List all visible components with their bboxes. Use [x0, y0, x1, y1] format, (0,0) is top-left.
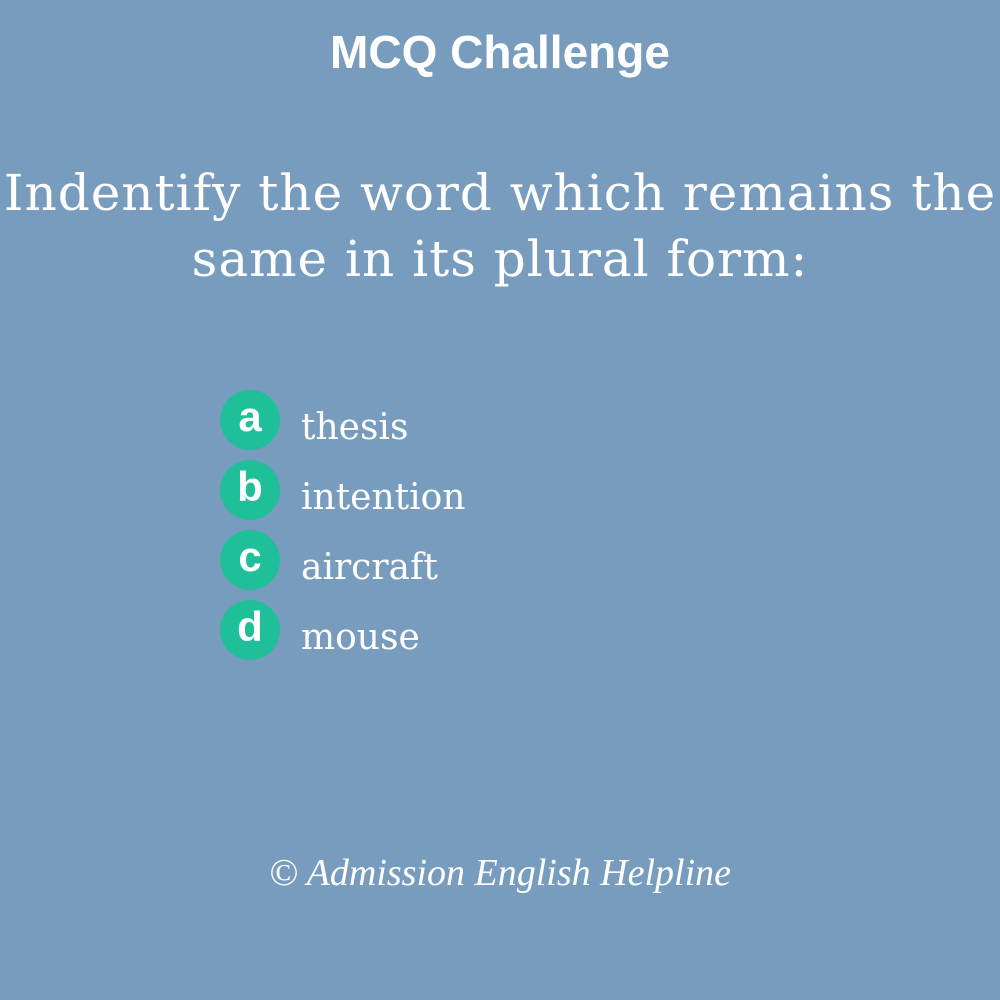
option-c-badge: c — [220, 530, 280, 590]
option-d[interactable]: d mouse — [220, 600, 466, 660]
option-d-badge: d — [220, 600, 280, 660]
option-b-badge: b — [220, 460, 280, 520]
options-list: a thesis b intention c aircraft d mouse — [220, 390, 466, 670]
option-a-text: thesis — [301, 406, 409, 448]
option-c[interactable]: c aircraft — [220, 530, 466, 590]
option-b-text: intention — [301, 476, 466, 518]
option-b[interactable]: b intention — [220, 460, 466, 520]
option-d-text: mouse — [301, 616, 420, 658]
option-a-badge: a — [220, 390, 280, 450]
option-a[interactable]: a thesis — [220, 390, 466, 450]
copyright-footer: © Admission English Helpline — [269, 852, 731, 894]
question-line-1: Indentify the word which remains the — [3, 164, 997, 222]
page-title: MCQ Challenge — [330, 26, 670, 78]
question-line-2: same in its plural form: — [191, 230, 809, 288]
question-text: Indentify the word which remains the sam… — [0, 160, 1000, 292]
option-c-text: aircraft — [301, 546, 438, 588]
